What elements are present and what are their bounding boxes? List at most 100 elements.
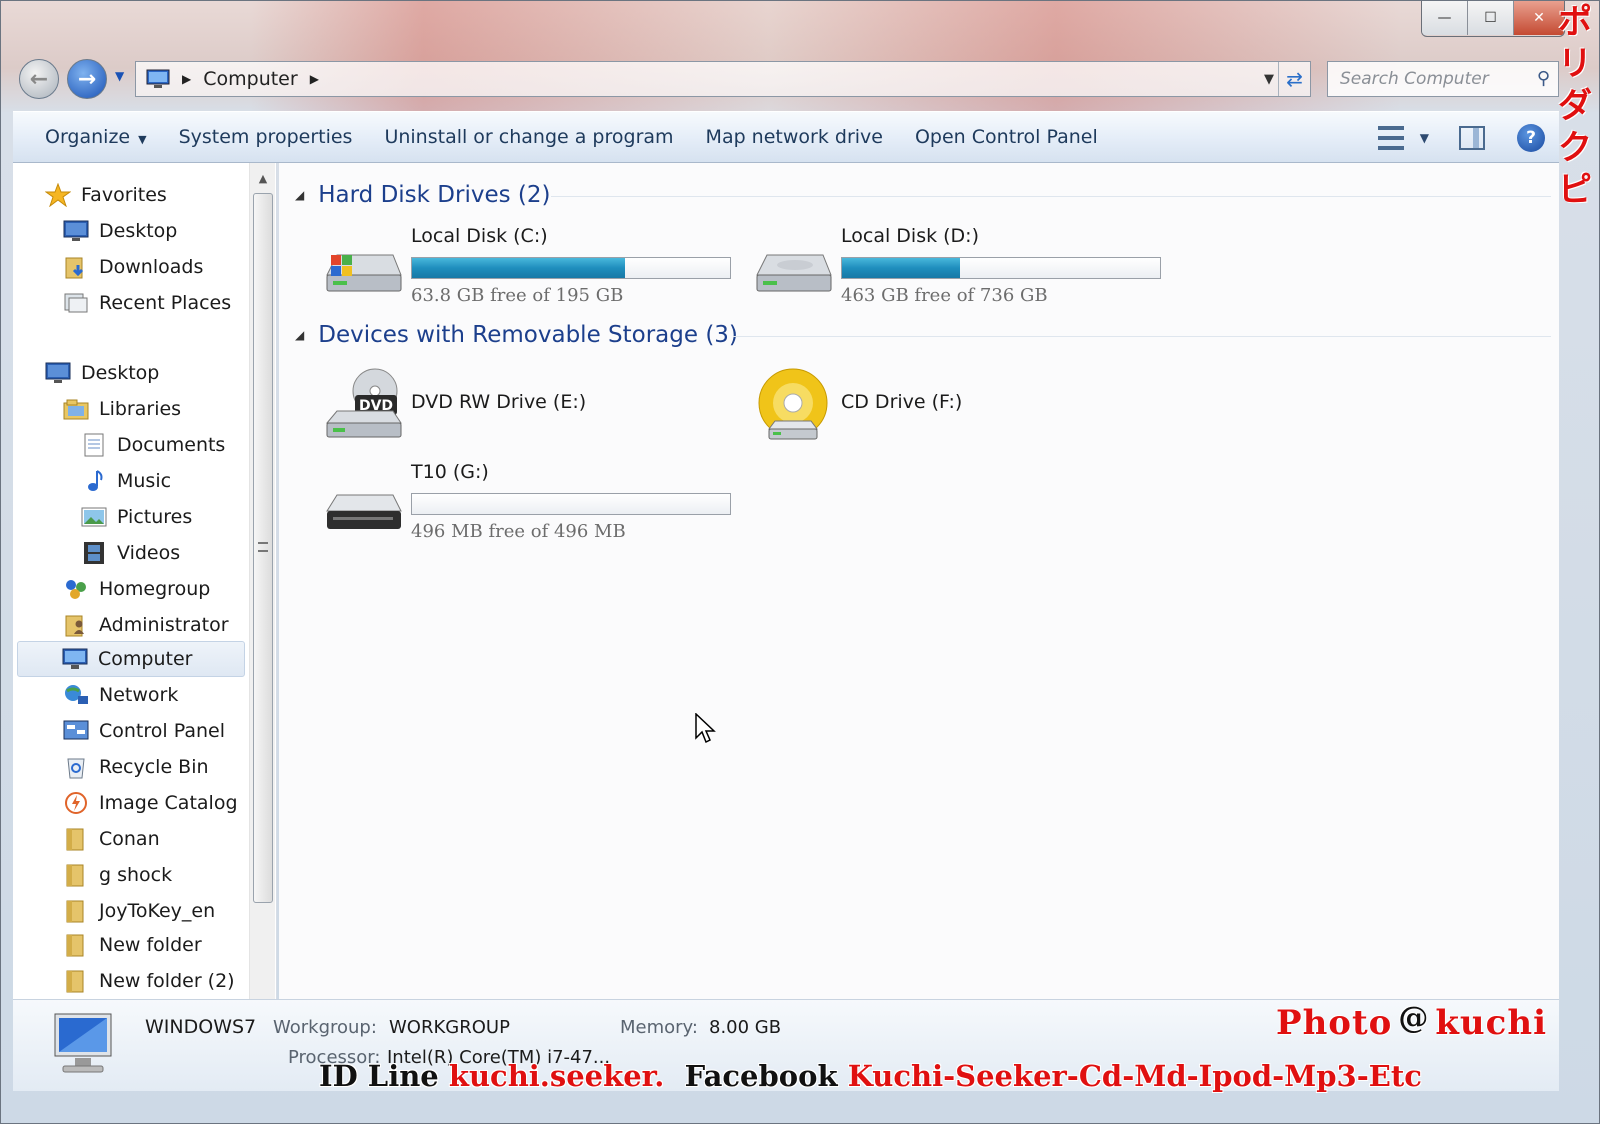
libraries-icon xyxy=(63,397,89,421)
group-header-removable-storage[interactable]: ◢ Devices with Removable Storage (3) xyxy=(295,319,738,351)
watermark-photo-credit: Photo @ kuchi xyxy=(1276,1001,1547,1043)
drive-free-space: 463 GB free of 736 GB xyxy=(841,285,1048,306)
scroll-up-icon[interactable]: ▲ xyxy=(250,165,276,191)
preview-pane-icon[interactable] xyxy=(1459,126,1485,150)
nav-item-network[interactable]: Network xyxy=(63,677,178,713)
mouse-cursor-icon xyxy=(695,713,716,744)
nav-item-desktop[interactable]: Desktop xyxy=(45,355,159,391)
nav-item-desktop-favorite[interactable]: Desktop xyxy=(63,213,177,249)
back-button[interactable]: ← xyxy=(19,59,59,99)
breadcrumb-separator-icon[interactable]: ▶ xyxy=(182,72,191,86)
folder-icon xyxy=(63,863,89,887)
nav-item-new-folder[interactable]: New folder xyxy=(63,927,202,963)
drive-dvd-rw-e[interactable]: DVD DVD RW Drive (E:) xyxy=(309,363,729,455)
music-note-icon xyxy=(81,469,107,493)
maximize-button[interactable]: ☐ xyxy=(1468,1,1514,35)
nav-item-music[interactable]: Music xyxy=(81,463,171,499)
nav-item-computer[interactable]: Computer xyxy=(17,641,245,677)
drive-local-disk-d[interactable]: Local Disk (D:) 463 GB free of 736 GB xyxy=(739,225,1161,317)
nav-item-recycle-bin[interactable]: Recycle Bin xyxy=(63,749,209,785)
explorer-window: — ☐ ✕ ポリダクピ ← → ▼ ▶ Computer ▶ ▼ ⇄ Searc… xyxy=(0,0,1600,1124)
computer-name: WINDOWS7 xyxy=(145,1016,257,1038)
search-input[interactable]: Search Computer ⚲ xyxy=(1327,61,1559,97)
view-options-dropdown-icon[interactable]: ▼ xyxy=(1420,131,1429,145)
command-bar: Organize ▼ System properties Uninstall or… xyxy=(13,111,1559,163)
nav-item-administrator[interactable]: Administrator xyxy=(63,607,229,643)
nav-item-downloads[interactable]: Downloads xyxy=(63,249,203,285)
dvd-drive-icon: DVD xyxy=(325,368,402,438)
collapse-triangle-icon[interactable]: ◢ xyxy=(295,328,304,342)
nav-item-homegroup[interactable]: Homegroup xyxy=(63,571,210,607)
nav-item-videos[interactable]: Videos xyxy=(81,535,180,571)
help-icon[interactable]: ? xyxy=(1517,124,1545,152)
nav-item-libraries[interactable]: Libraries xyxy=(63,391,181,427)
star-icon xyxy=(45,183,71,207)
drive-usage-bar xyxy=(411,257,731,279)
desktop-icon xyxy=(45,361,71,385)
minimize-button[interactable]: — xyxy=(1422,1,1468,35)
drive-free-space: 63.8 GB free of 195 GB xyxy=(411,285,624,306)
nav-item-image-catalog[interactable]: Image Catalog xyxy=(63,785,238,821)
nav-item-g-shock[interactable]: g shock xyxy=(63,857,172,893)
network-icon xyxy=(63,683,89,707)
drive-name: T10 (G:) xyxy=(411,461,489,483)
downloads-folder-icon xyxy=(63,255,89,279)
recent-pages-dropdown-icon[interactable]: ▼ xyxy=(115,69,124,83)
memory-label: Memory: xyxy=(620,1017,698,1038)
map-network-drive-button[interactable]: Map network drive xyxy=(706,126,883,148)
document-icon xyxy=(81,433,107,457)
address-dropdown-icon[interactable]: ▼ xyxy=(1264,72,1274,87)
computer-icon xyxy=(62,647,88,671)
breadcrumb-computer[interactable]: Computer xyxy=(203,68,297,90)
computer-icon xyxy=(54,1013,112,1073)
open-control-panel-button[interactable]: Open Control Panel xyxy=(915,126,1098,148)
search-icon[interactable]: ⚲ xyxy=(1537,68,1550,89)
forward-button[interactable]: → xyxy=(67,59,107,99)
navigation-bar: ← → ▼ ▶ Computer ▶ ▼ ⇄ Search Computer ⚲ xyxy=(15,57,1585,101)
nav-item-favorites[interactable]: Favorites xyxy=(45,177,167,213)
group-header-hard-disk-drives[interactable]: ◢ Hard Disk Drives (2) xyxy=(295,179,551,211)
user-folder-icon xyxy=(63,613,89,637)
image-catalog-icon xyxy=(63,791,89,815)
desktop-icon xyxy=(63,219,89,243)
nav-item-new-folder-2[interactable]: New folder (2) xyxy=(63,963,235,999)
nav-item-conan[interactable]: Conan xyxy=(63,821,160,857)
nav-pane-scrollbar[interactable]: ▲ ▼ xyxy=(249,163,275,1019)
drive-cd-f[interactable]: CD Drive (F:) xyxy=(739,363,1159,455)
drive-name: Local Disk (C:) xyxy=(411,225,548,247)
cd-drive-icon xyxy=(758,368,828,440)
watermark-contact: ID Line kuchi.seeker. Facebook Kuchi-See… xyxy=(319,1059,1422,1093)
refresh-button[interactable]: ⇄ xyxy=(1278,62,1310,96)
computer-icon xyxy=(146,69,170,88)
chevron-down-icon: ▼ xyxy=(138,133,147,146)
scroll-thumb[interactable] xyxy=(253,193,273,903)
workgroup-value: WORKGROUP xyxy=(389,1017,510,1038)
drive-name: Local Disk (D:) xyxy=(841,225,979,247)
change-view-icon[interactable] xyxy=(1377,126,1404,150)
address-bar[interactable]: ▶ Computer ▶ ▼ ⇄ xyxy=(135,61,1311,97)
system-properties-button[interactable]: System properties xyxy=(179,126,353,148)
folder-icon xyxy=(63,899,89,923)
collapse-triangle-icon[interactable]: ◢ xyxy=(295,188,304,202)
drive-usage-fill xyxy=(412,258,626,278)
nav-item-pictures[interactable]: Pictures xyxy=(81,499,192,535)
drive-local-disk-c[interactable]: Local Disk (C:) 63.8 GB free of 195 GB xyxy=(309,225,731,317)
forward-arrow-icon: → xyxy=(77,66,97,92)
drive-t10-g[interactable]: T10 (G:) 496 MB free of 496 MB xyxy=(309,461,731,553)
nav-item-control-panel[interactable]: Control Panel xyxy=(63,713,225,749)
breadcrumb-separator-icon[interactable]: ▶ xyxy=(310,72,319,86)
uninstall-program-button[interactable]: Uninstall or change a program xyxy=(384,126,673,148)
folder-icon xyxy=(63,827,89,851)
window-controls: — ☐ ✕ xyxy=(1421,1,1565,37)
organize-button[interactable]: Organize ▼ xyxy=(45,126,147,148)
group-divider xyxy=(733,336,1551,337)
removable-drive-icon xyxy=(326,494,402,529)
homegroup-icon xyxy=(63,577,89,601)
control-panel-icon xyxy=(63,719,89,743)
workgroup-label: Workgroup: xyxy=(273,1017,377,1038)
nav-item-joytokey[interactable]: JoyToKey_en xyxy=(63,893,215,929)
nav-item-documents[interactable]: Documents xyxy=(81,427,225,463)
nav-item-recent-places[interactable]: Recent Places xyxy=(63,285,231,321)
memory-value: 8.00 GB xyxy=(709,1017,782,1038)
drive-usage-fill xyxy=(842,258,960,278)
